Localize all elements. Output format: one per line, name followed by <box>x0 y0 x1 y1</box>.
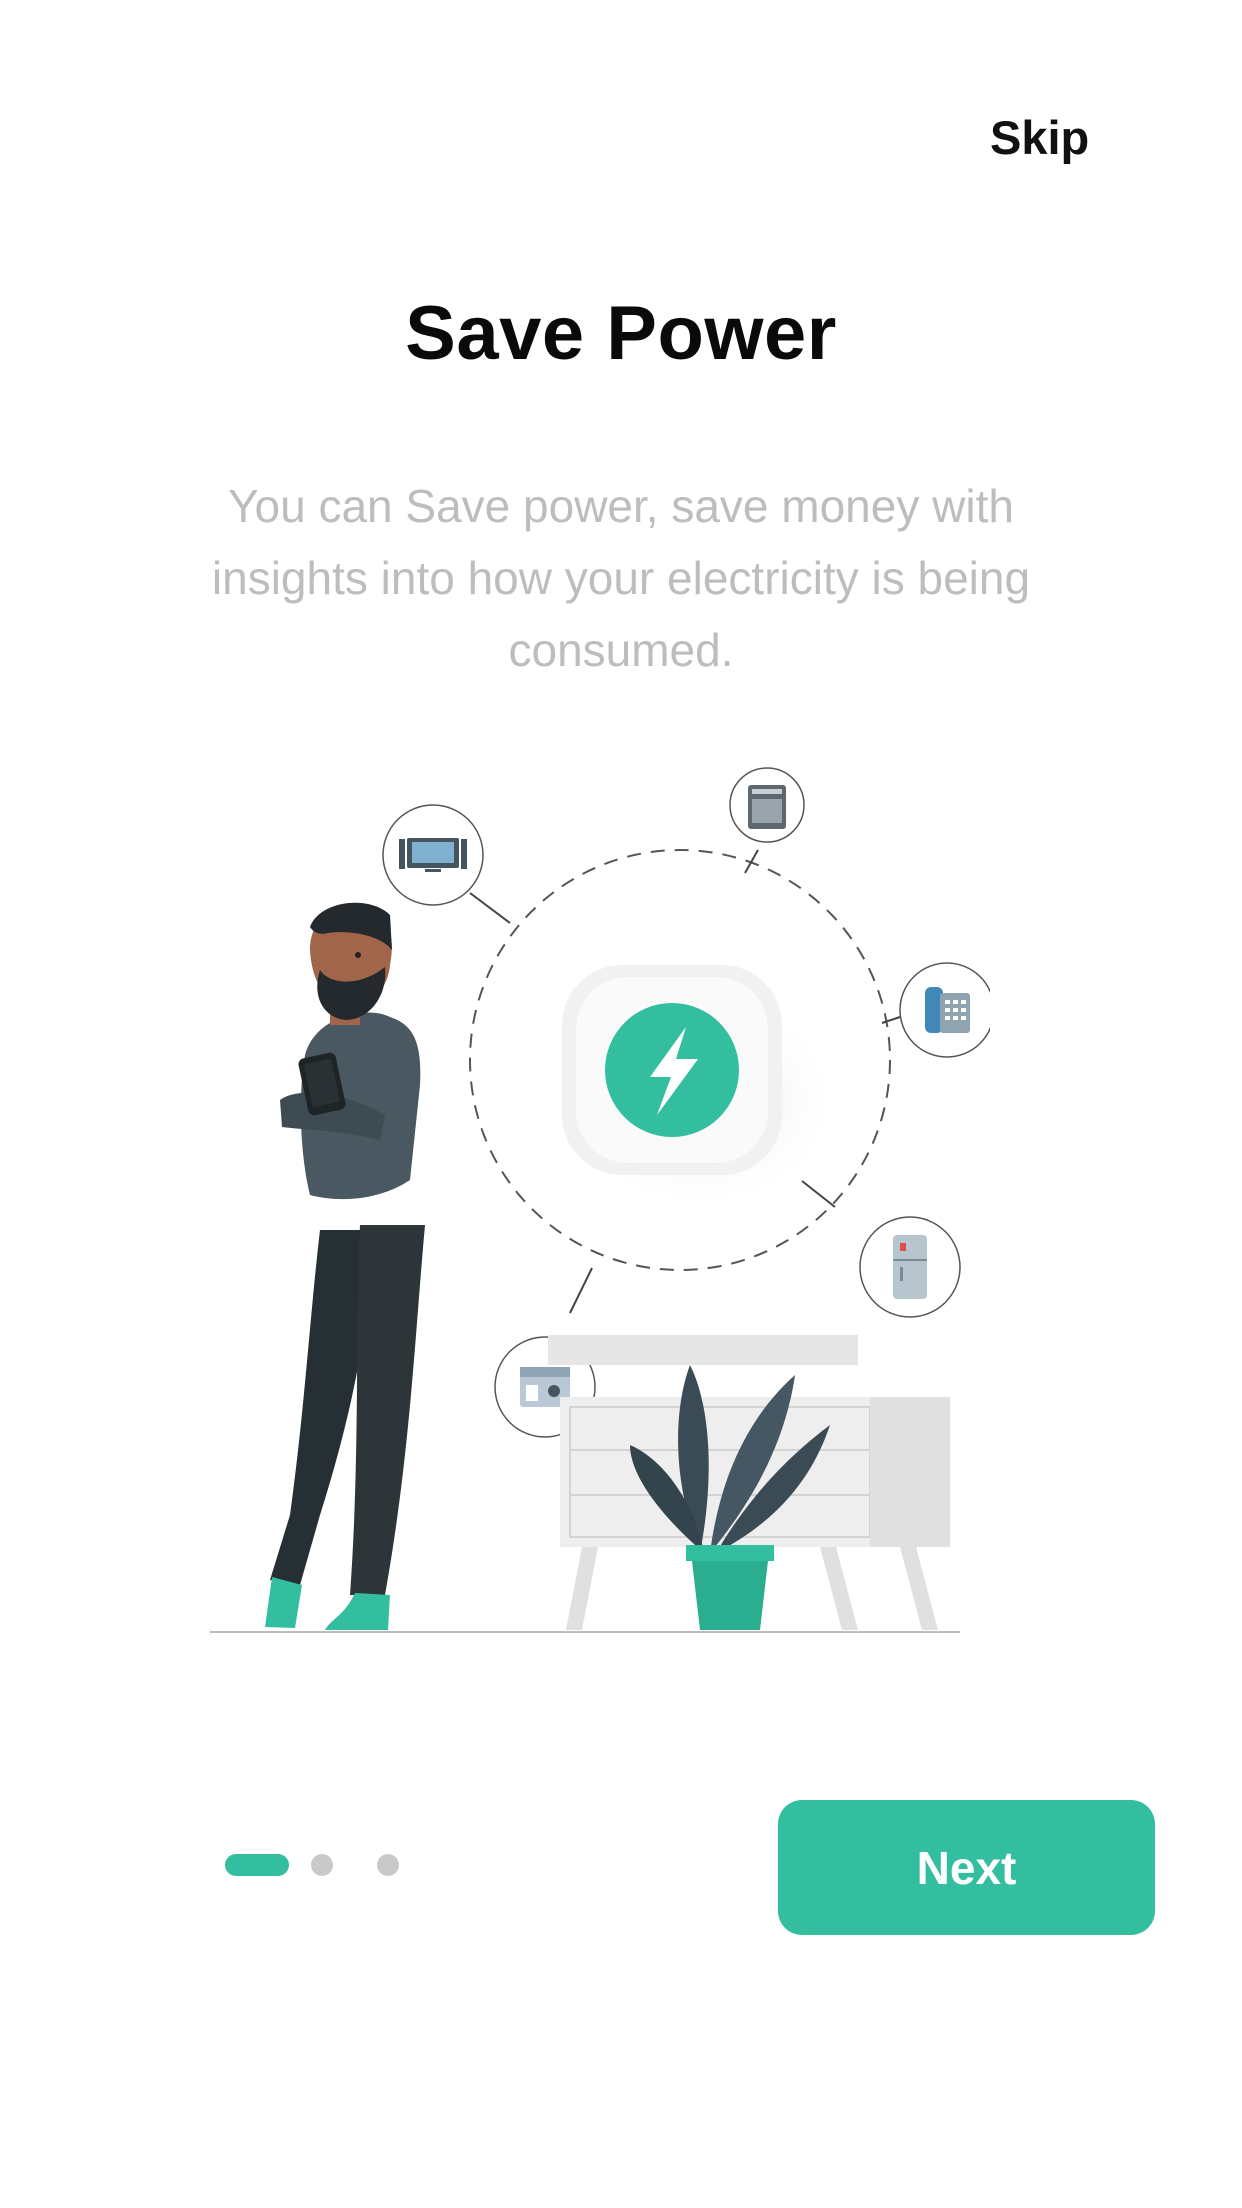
page-dot <box>377 1854 399 1876</box>
page-dot <box>311 1854 333 1876</box>
page-description: You can Save power, save money with insi… <box>211 480 1031 676</box>
page-title: Save Power <box>405 291 837 376</box>
refrigerator-icon <box>859 1216 961 1318</box>
oven-icon <box>729 767 805 843</box>
man-with-phone <box>265 902 425 1630</box>
page-indicator <box>225 1853 443 1877</box>
power-badge <box>562 965 782 1175</box>
onboarding-illustration <box>210 767 990 1633</box>
tv-icon <box>382 804 484 906</box>
page-dot-active <box>225 1854 289 1876</box>
skip-button[interactable]: Skip <box>990 110 1089 165</box>
telephone-icon <box>899 962 990 1058</box>
next-button[interactable]: Next <box>778 1800 1155 1935</box>
